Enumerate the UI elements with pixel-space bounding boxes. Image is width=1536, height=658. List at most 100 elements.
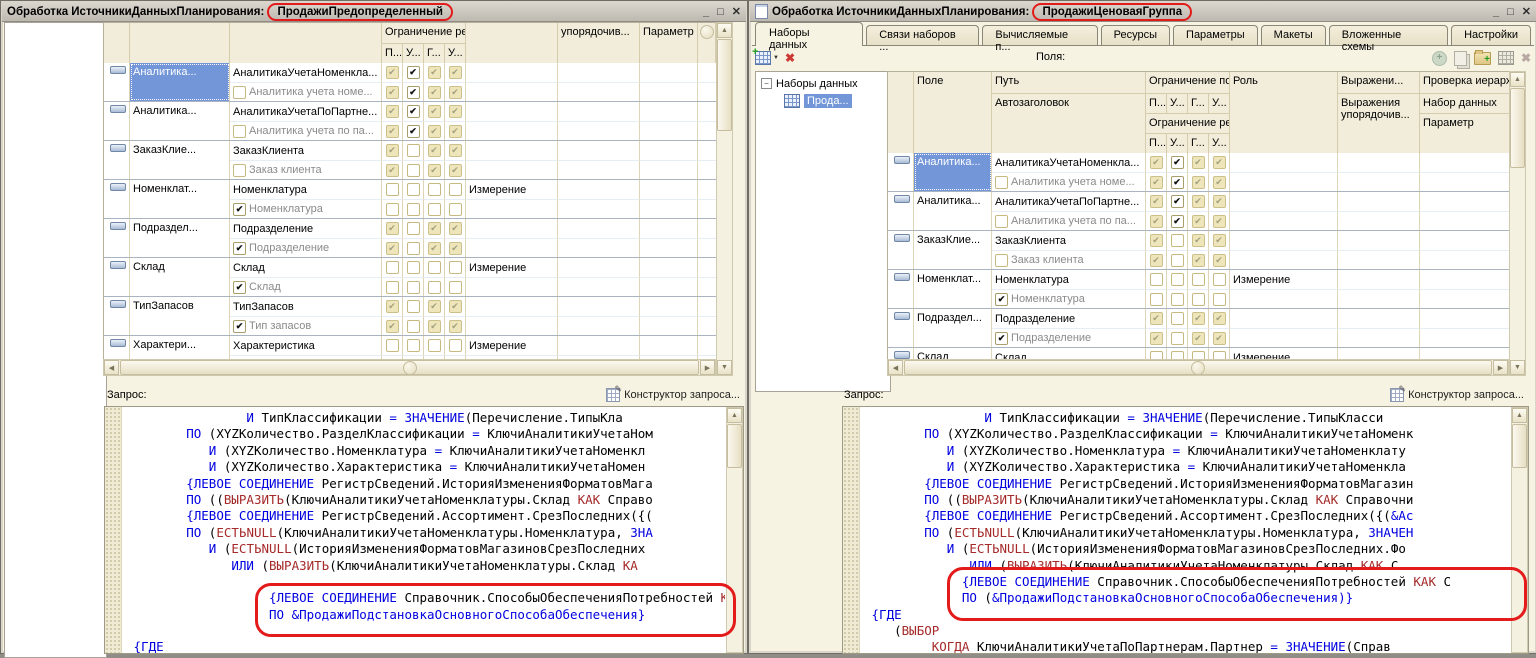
hierarchy-cell[interactable] [640, 63, 698, 82]
restriction-checkbox[interactable] [386, 203, 399, 216]
restriction-checkbox[interactable]: ✔ [449, 144, 462, 157]
field-path-cell[interactable]: Склад [230, 258, 382, 277]
restriction-cell[interactable]: ✔ [382, 102, 403, 121]
row-grip-cell[interactable] [888, 309, 914, 347]
restriction-cell[interactable] [1209, 348, 1230, 359]
header-subcol[interactable]: Г... [1188, 94, 1209, 114]
restriction-cell[interactable] [382, 199, 403, 218]
restriction-checkbox[interactable]: ✔ [1150, 215, 1163, 228]
restriction-checkbox[interactable]: ✔ [386, 125, 399, 138]
restriction-checkbox[interactable]: ✔ [1213, 312, 1226, 325]
field-title-cell[interactable]: Аналитика учета номе... [230, 82, 382, 101]
expression-cell[interactable] [1338, 309, 1420, 328]
restriction-cell[interactable] [403, 297, 424, 316]
restriction-checkbox[interactable] [1192, 293, 1205, 306]
field-title-cell[interactable]: ✔Тип запасов [230, 316, 382, 335]
restriction-cell[interactable]: ✔ [424, 316, 445, 335]
hierarchy-cell[interactable] [1420, 211, 1510, 230]
restriction-checkbox[interactable]: ✔ [428, 144, 441, 157]
expression-cell[interactable] [1338, 289, 1420, 308]
tree-root-datasets[interactable]: − Наборы данных [758, 75, 888, 92]
use-field-checkbox[interactable]: ✔ [233, 203, 246, 216]
restriction-checkbox[interactable]: ✔ [1213, 332, 1226, 345]
restriction-cell[interactable]: ✔ [445, 238, 466, 257]
restriction-cell[interactable] [403, 160, 424, 179]
collapse-icon[interactable]: − [761, 78, 772, 89]
header-grip-col[interactable] [104, 23, 130, 64]
field-title-cell[interactable]: Аналитика учета номе... [992, 172, 1146, 191]
restriction-cell[interactable]: ✔ [1209, 250, 1230, 269]
restriction-cell[interactable] [424, 180, 445, 199]
header-subcol[interactable]: У... [1209, 94, 1230, 114]
expression-cell[interactable] [558, 141, 640, 160]
role-cell[interactable] [466, 277, 558, 296]
restriction-cell[interactable]: ✔ [1209, 309, 1230, 328]
restriction-checkbox[interactable] [386, 281, 399, 294]
restriction-checkbox[interactable]: ✔ [1192, 254, 1205, 267]
left-window-titlebar[interactable]: Обработка ИсточникиДанныхПланирования: П… [2, 2, 746, 22]
restriction-checkbox[interactable]: ✔ [1171, 215, 1184, 228]
restriction-cell[interactable] [403, 277, 424, 296]
restriction-checkbox[interactable] [449, 183, 462, 196]
row-grip-cell[interactable] [888, 270, 914, 308]
restriction-cell[interactable]: ✔ [424, 297, 445, 316]
restriction-checkbox[interactable]: ✔ [1213, 195, 1226, 208]
restriction-checkbox[interactable] [407, 183, 420, 196]
row-grip-cell[interactable] [104, 219, 130, 257]
restriction-checkbox[interactable] [407, 320, 420, 333]
expression-cell[interactable] [1338, 270, 1420, 289]
restriction-cell[interactable] [403, 180, 424, 199]
field-path-cell[interactable]: ЗаказКлиента [992, 231, 1146, 250]
restriction-checkbox[interactable] [407, 203, 420, 216]
restriction-checkbox[interactable]: ✔ [386, 105, 399, 118]
field-path-cell[interactable]: АналитикаУчетаПоПартне... [992, 192, 1146, 211]
field-name-cell[interactable]: Подраздел... [130, 219, 230, 257]
restriction-checkbox[interactable]: ✔ [449, 300, 462, 313]
row-grip-cell[interactable] [104, 297, 130, 335]
restriction-cell[interactable] [403, 316, 424, 335]
restriction-cell[interactable]: ✔ [1146, 192, 1167, 211]
restriction-checkbox[interactable] [407, 300, 420, 313]
field-name-cell[interactable]: ЗаказКлие... [914, 231, 992, 269]
role-cell[interactable] [466, 238, 558, 257]
expression-cell[interactable] [1338, 348, 1420, 359]
header-expr-col[interactable]: Выражени... [1338, 72, 1420, 94]
expression-cell[interactable] [1338, 328, 1420, 347]
restriction-checkbox[interactable]: ✔ [1213, 176, 1226, 189]
field-title-cell[interactable]: ✔Склад [230, 277, 382, 296]
header-subcol[interactable]: П... [1146, 134, 1167, 154]
use-field-checkbox[interactable]: ✔ [233, 320, 246, 333]
expression-cell[interactable] [558, 316, 640, 335]
field-path-cell[interactable]: АналитикаУчетаНоменкла... [230, 63, 382, 82]
restriction-cell[interactable]: ✔ [382, 121, 403, 140]
field-path-cell[interactable]: Номенклатура [992, 270, 1146, 289]
restriction-checkbox[interactable] [1171, 312, 1184, 325]
restriction-checkbox[interactable]: ✔ [449, 66, 462, 79]
role-cell[interactable]: Измерение [1230, 348, 1338, 359]
tab-3[interactable]: Вычисляемые п... [982, 25, 1097, 45]
field-title-cell[interactable]: Аналитика учета по па... [992, 211, 1146, 230]
restriction-checkbox[interactable] [407, 261, 420, 274]
restriction-checkbox[interactable]: ✔ [407, 125, 420, 138]
scroll-thumb[interactable] [717, 39, 732, 131]
role-cell[interactable] [466, 121, 558, 140]
restriction-checkbox[interactable]: ✔ [386, 164, 399, 177]
hierarchy-cell[interactable] [1420, 231, 1510, 250]
expression-cell[interactable] [558, 121, 640, 140]
restriction-checkbox[interactable] [407, 242, 420, 255]
field-path-cell[interactable]: ТипЗапасов [230, 297, 382, 316]
restriction-cell[interactable] [403, 219, 424, 238]
restriction-cell[interactable]: ✔ [1209, 172, 1230, 191]
expression-cell[interactable] [558, 336, 640, 355]
restriction-cell[interactable] [1167, 348, 1188, 359]
expression-cell[interactable] [1338, 172, 1420, 191]
restriction-cell[interactable] [1167, 270, 1188, 289]
expression-cell[interactable] [558, 297, 640, 316]
hierarchy-cell[interactable] [640, 82, 698, 101]
restriction-cell[interactable]: ✔ [424, 160, 445, 179]
restriction-cell[interactable] [382, 277, 403, 296]
role-cell[interactable] [1230, 172, 1338, 191]
tree-item-dataset[interactable]: Прода... [758, 92, 888, 109]
left-table-vscrollbar[interactable]: ▲ ▼ [716, 22, 733, 376]
row-grip-cell[interactable] [888, 231, 914, 269]
